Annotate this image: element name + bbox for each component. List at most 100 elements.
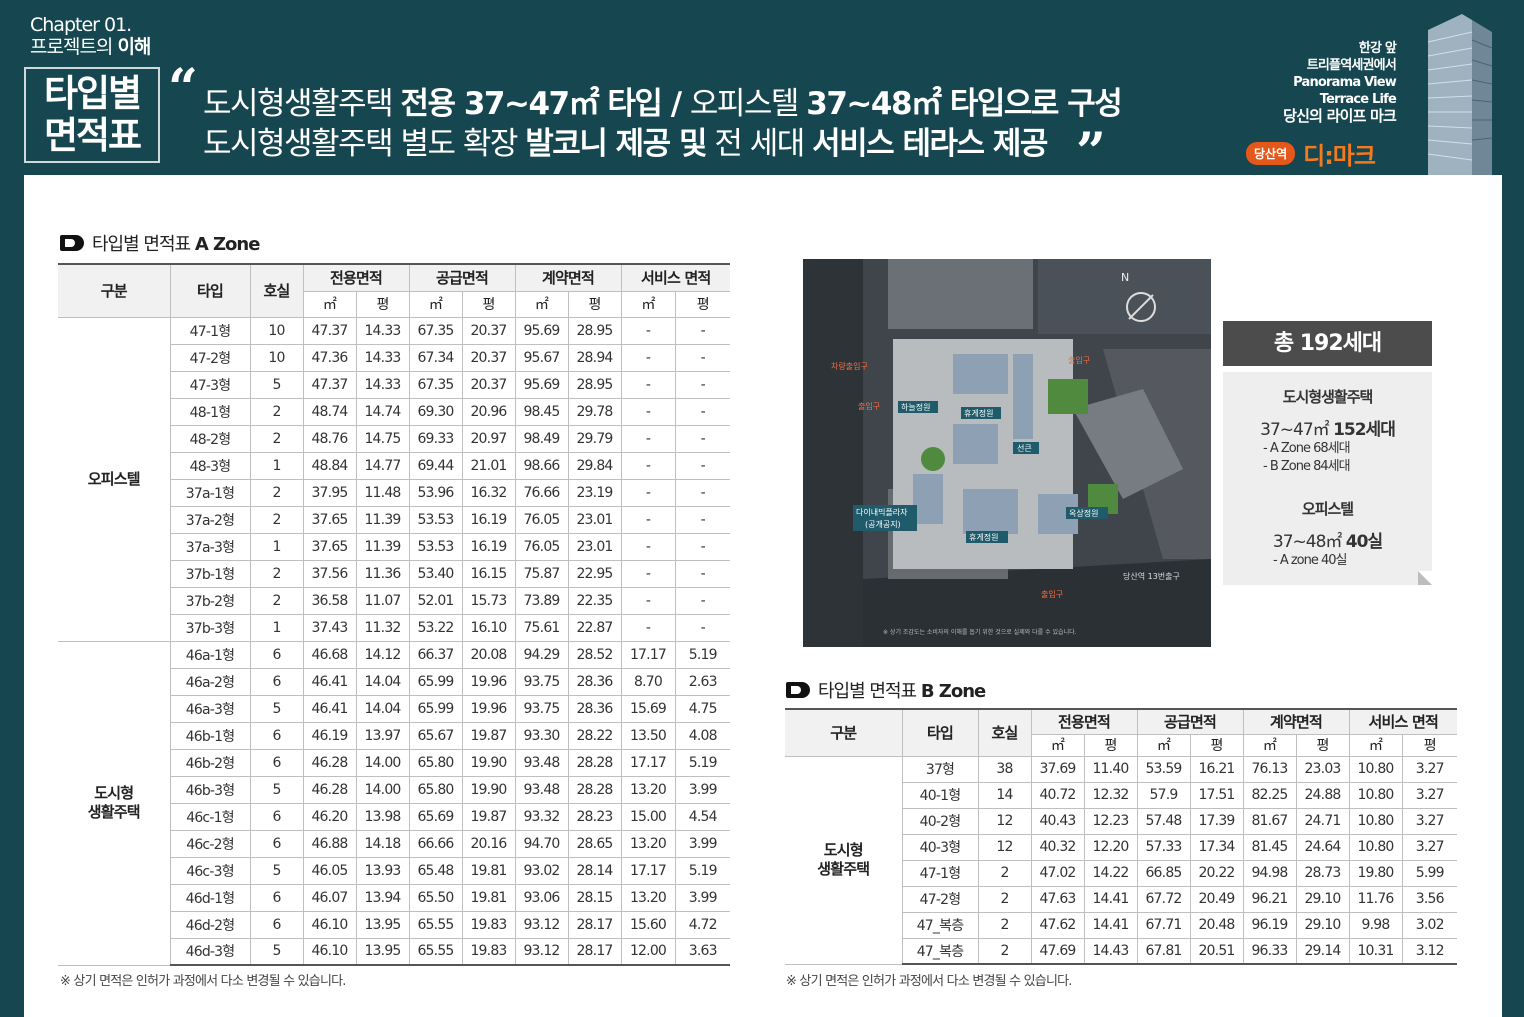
zone-a-title-prefix: 타입별 면적표 (92, 234, 195, 255)
header-group: 구분 (58, 263, 171, 318)
table-cell: 40.32 (1031, 834, 1085, 861)
table-cell: 24.64 (1296, 834, 1350, 861)
summary-cat2: 오피스텔 (1301, 500, 1354, 518)
promo-line3: Panorama View (1293, 75, 1397, 90)
table-cell: 14.43 (1084, 938, 1138, 965)
table-cell: 20.96 (462, 398, 516, 426)
zone-a-title-bold: A Zone (194, 234, 261, 255)
table-cell: 15.73 (462, 587, 516, 615)
label-station-exit: 당산역 13번출구 (1123, 571, 1180, 581)
zone-a-area-table: 구분 타입 호실 전용면적 공급면적 계약면적 서비스 면적 ㎡ 평 ㎡ 평 ㎡ 평 ㎡ 평 … (58, 263, 730, 966)
table-cell: 5 (250, 371, 304, 399)
table-cell: 2 (250, 479, 304, 507)
table-cell: 16.10 (462, 614, 516, 642)
table-cell: 65.48 (409, 857, 463, 885)
table-cell: 11.39 (356, 506, 410, 534)
table-cell: 37.65 (303, 506, 357, 534)
summary-cat1-count: 152세대 (1333, 420, 1396, 440)
summary-cat2-count: 40실 (1345, 532, 1383, 552)
table-cell: 14.04 (356, 695, 410, 723)
unit-sqm-header: ㎡ (621, 291, 676, 318)
table-cell: 67.81 (1137, 938, 1191, 965)
table-cell: 19.81 (462, 857, 516, 885)
table-cell: 6 (250, 668, 304, 696)
table-cell: 11.76 (1349, 886, 1403, 913)
table-cell: 14.04 (356, 668, 410, 696)
chapter-subtitle-prefix: 프로젝트의 (30, 36, 118, 58)
table-cell: 53.53 (409, 533, 463, 561)
table-cell: 95.67 (515, 344, 569, 372)
table-cell: 2 (250, 587, 304, 615)
table-cell: 28.95 (568, 371, 622, 399)
table-cell: 76.05 (515, 533, 569, 561)
table-cell: 46a-3형 (170, 695, 251, 723)
siteplan-note: ※ 상기 조감도는 소비자의 이해를 돕기 위한 것으로 실제와 다를 수 있습… (883, 628, 1077, 636)
table-cell: - (621, 614, 676, 642)
headline-segment: 오피스텔 (689, 86, 807, 122)
table-cell: - (675, 344, 730, 372)
table-cell: 6 (250, 641, 304, 669)
table-cell: 28.17 (568, 938, 622, 966)
table-cell: 19.80 (1349, 860, 1403, 887)
unit-sqm-header: ㎡ (1031, 734, 1085, 757)
table-cell: 29.84 (568, 452, 622, 480)
section-title-box: 타입별 면적표 (24, 67, 160, 163)
label-rest-garden-1: 휴게정원 (964, 408, 993, 418)
header-exclusive-area: 전용면적 (303, 263, 410, 292)
table-cell: 20.97 (462, 425, 516, 453)
table-cell: 47-2형 (902, 886, 979, 913)
table-cell: - (675, 371, 730, 399)
zone-b-title-bold: B Zone (920, 681, 986, 702)
table-cell: 37a-1형 (170, 479, 251, 507)
unit-sqm-header: ㎡ (1243, 734, 1297, 757)
table-cell: 47-1형 (902, 860, 979, 887)
table-cell: 19.87 (462, 803, 516, 831)
label-dynamic-plaza: 다이내믹플라자 (856, 507, 908, 517)
table-cell: 65.50 (409, 884, 463, 912)
chapter-subtitle: 프로젝트의 이해 (30, 36, 151, 58)
table-cell: 76.05 (515, 506, 569, 534)
table-cell: 93.02 (515, 857, 569, 885)
table-cell: 46.41 (303, 695, 357, 723)
table-cell: 2 (978, 938, 1032, 965)
table-cell: 47.37 (303, 371, 357, 399)
table-cell: 4.72 (675, 911, 730, 939)
table-cell: 11.36 (356, 560, 410, 588)
unit-sqm-header: ㎡ (1137, 734, 1191, 757)
table-cell: 29.10 (1296, 886, 1350, 913)
table-cell: 14.75 (356, 425, 410, 453)
table-cell: 5.19 (675, 749, 730, 777)
table-cell: 53.59 (1137, 756, 1191, 783)
table-cell: 65.99 (409, 668, 463, 696)
table-cell: 81.67 (1243, 808, 1297, 835)
table-cell: - (621, 452, 676, 480)
table-cell: 37.95 (303, 479, 357, 507)
table-cell: 65.55 (409, 911, 463, 939)
table-cell: 19.81 (462, 884, 516, 912)
table-cell: 65.69 (409, 803, 463, 831)
group-cell: 오피스텔 (58, 317, 171, 642)
table-cell: 47.69 (1031, 938, 1085, 965)
promo-copy: 한강 앞 트리플역세권에서 Panorama View Terrace Life… (1283, 40, 1397, 125)
table-cell: 20.22 (1190, 860, 1244, 887)
table-cell: - (675, 452, 730, 480)
table-cell: 28.23 (568, 803, 622, 831)
table-cell: 15.69 (621, 695, 676, 723)
station-badge: 당산역 (1246, 142, 1296, 165)
section-title-line1: 타입별 (43, 72, 142, 115)
table-cell: 93.32 (515, 803, 569, 831)
table-cell: 14.41 (1084, 912, 1138, 939)
table-cell: 11.07 (356, 587, 410, 615)
table-cell: 3.27 (1402, 756, 1457, 783)
table-cell: 37.69 (1031, 756, 1085, 783)
table-cell: 5.99 (1402, 860, 1457, 887)
d-logo-icon (786, 682, 810, 698)
table-cell: 20.16 (462, 830, 516, 858)
table-cell: 48-2형 (170, 425, 251, 453)
table-cell: 69.33 (409, 425, 463, 453)
table-cell: 94.70 (515, 830, 569, 858)
table-cell: 46c-2형 (170, 830, 251, 858)
table-cell: 67.34 (409, 344, 463, 372)
summary-cat1-a: - A Zone 68세대 (1263, 441, 1351, 456)
table-cell: 37.43 (303, 614, 357, 642)
